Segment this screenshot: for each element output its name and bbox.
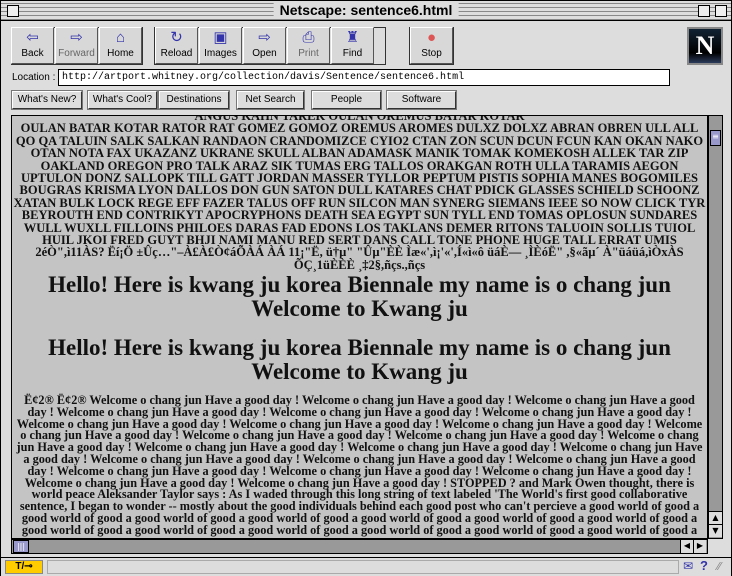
stop-icon: ●: [426, 29, 437, 46]
vertical-scrollbar[interactable]: ≡ ▲ ▼: [708, 115, 723, 539]
sentence-paragraph: Ë¢2® Ë¢2® Welcome o chang jun Have a goo…: [12, 394, 707, 537]
text-line: good world of good a good world of good …: [21, 522, 698, 537]
scroll-right-arrow[interactable]: ▶: [693, 540, 706, 553]
mail-icon[interactable]: ✉: [683, 559, 693, 573]
directory-button-what-s-new[interactable]: What's New?: [12, 91, 82, 109]
status-bar: T/⊸ ✉ ? ⁄⁄: [1, 557, 731, 576]
reload-icon: ↻: [170, 29, 183, 46]
text-line: OULAN BATAR KOTAR RATOR RAT GOMEZ GOMOZ …: [20, 121, 699, 136]
security-icon[interactable]: T/⊸: [5, 560, 43, 574]
browser-window: Netscape: sentence6.html ⇦ Back ⇨ Forward ⌂ H…: [0, 0, 732, 576]
logo-letter: N: [695, 31, 715, 60]
heading-1-line-1: Hello! Here is kwang ju korea Biennale m…: [48, 272, 671, 297]
text-line: BOUGRAS KRISMA LYON DALLOS DON GUN SATON…: [19, 183, 700, 198]
directory-button-people[interactable]: People: [312, 91, 381, 109]
location-input[interactable]: http://artport.whitney.org/collection/da…: [58, 69, 670, 86]
heading-2-line-2: Welcome to Kwang ju: [251, 359, 468, 384]
heading-1-line-2: Welcome to Kwang ju: [251, 296, 468, 321]
scroll-down-arrow[interactable]: ▼: [709, 524, 722, 537]
toolbar-button-label: Reload: [160, 48, 193, 59]
toolbar-button-label: Find: [342, 48, 363, 59]
heading-2-line-1: Hello! Here is kwang ju korea Biennale m…: [48, 335, 671, 360]
scroll-left-arrow[interactable]: ◀: [680, 540, 693, 553]
text-line: OTAN NOTA FAX UKAZANZ UKRANE SKULL ALBAN…: [30, 146, 689, 161]
open-icon: ⇨: [258, 29, 271, 46]
word-list-block: ANGUS KAHN TAREK OULAN OREMUS BATAR KOTA…: [12, 116, 707, 272]
netscape-logo[interactable]: N: [687, 27, 723, 65]
toolbar-button-label: Back: [21, 48, 44, 59]
print-icon: ⎙: [302, 29, 315, 46]
toolbar-button-label: Stop: [421, 48, 442, 59]
text-line: 2éÒ",ì11ÀS? Ëí¡Ö ±Ûç…"–À£À£Ò¢áÕÀÁ ÀÁ 11¡…: [35, 245, 684, 260]
collapse-box[interactable]: [715, 5, 727, 17]
title-bar[interactable]: Netscape: sentence6.html: [1, 1, 731, 21]
home-icon: ⌂: [115, 29, 126, 46]
toolbar-button-label: Open: [252, 48, 277, 59]
toolbar-button-label: Print: [298, 48, 319, 59]
resize-grip-icon[interactable]: ⁄⁄: [717, 560, 721, 573]
forward-button[interactable]: ⇨ Forward: [55, 27, 98, 64]
scroll-up-arrow[interactable]: ▲: [709, 511, 722, 524]
directory-button-destinations[interactable]: Destinations: [159, 91, 229, 109]
page-content: ANGUS KAHN TAREK OULAN OREMUS BATAR KOTA…: [11, 115, 708, 539]
open-button[interactable]: ⇨ Open: [243, 27, 286, 64]
images-button[interactable]: ▣ Images: [199, 27, 242, 64]
status-message: [47, 560, 679, 574]
help-icon[interactable]: ?: [700, 558, 708, 573]
back-button[interactable]: ⇦ Back: [11, 27, 54, 64]
images-icon: ▣: [213, 29, 228, 46]
horizontal-scroll-thumb[interactable]: |||: [13, 540, 29, 553]
vertical-scroll-thumb[interactable]: ≡: [710, 130, 721, 146]
horizontal-scrollbar[interactable]: ||| ◀ ▶: [11, 539, 708, 554]
location-label: Location :: [12, 72, 56, 83]
toolbar-button-label: Forward: [58, 48, 95, 59]
text-line: BEYROUTH END CONTRIKYT APOCRYPHONS DEATH…: [21, 208, 698, 223]
stop-button[interactable]: ● Stop: [410, 27, 453, 64]
directory-button-what-s-cool[interactable]: What's Cool?: [88, 91, 157, 109]
home-button[interactable]: ⌂ Home: [99, 27, 142, 64]
forward-arrow-icon: ⇨: [70, 29, 83, 46]
print-button[interactable]: ⎙ Print: [287, 27, 330, 64]
directory-button-net-search[interactable]: Net Search: [237, 91, 304, 109]
toolbar-button-label: Home: [107, 48, 134, 59]
close-box[interactable]: [7, 5, 19, 17]
back-arrow-icon: ⇦: [26, 29, 39, 46]
reload-button[interactable]: ↻ Reload: [155, 27, 198, 64]
toolbar-button-label: Images: [204, 48, 237, 59]
zoom-box[interactable]: [698, 5, 710, 17]
window-title: Netscape: sentence6.html: [273, 2, 459, 18]
directory-button-software[interactable]: Software: [387, 91, 456, 109]
text-line: ÕÇ¸1üÈÈÈ ¸‡2§,ñçs.,ñçs: [293, 257, 426, 272]
find-icon: ♜: [345, 29, 360, 46]
find-button[interactable]: ♜ Find: [331, 27, 374, 64]
